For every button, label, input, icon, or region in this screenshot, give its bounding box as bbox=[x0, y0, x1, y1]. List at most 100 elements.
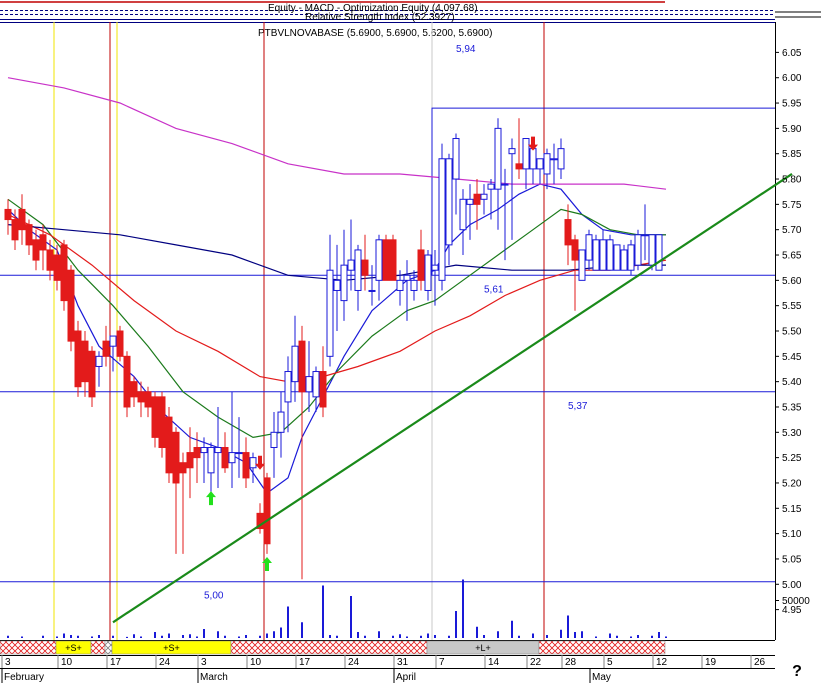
price-tick-label: 5.40 bbox=[782, 377, 802, 388]
candle-body bbox=[172, 431, 180, 484]
price-tick-label: 5.90 bbox=[782, 124, 802, 135]
candle-body bbox=[431, 264, 439, 271]
day-label: 10 bbox=[250, 657, 262, 668]
price-tick-label: 5.10 bbox=[782, 529, 802, 540]
candle-body bbox=[186, 452, 194, 469]
candle-body bbox=[305, 376, 313, 393]
candle-body bbox=[361, 259, 369, 276]
buy-arrow-icon bbox=[206, 491, 216, 506]
candle-body bbox=[67, 269, 75, 342]
candle-body bbox=[53, 254, 61, 281]
signal-segment bbox=[0, 640, 57, 655]
candle-body bbox=[46, 249, 54, 271]
candle-body bbox=[207, 447, 215, 474]
candle-body bbox=[641, 234, 649, 237]
price-tick-label: 5.45 bbox=[782, 352, 802, 363]
candle-body bbox=[312, 371, 320, 398]
candle-body bbox=[627, 244, 635, 271]
candle-body bbox=[620, 249, 628, 271]
price-tick-label: 5.25 bbox=[782, 453, 802, 464]
candles bbox=[4, 118, 663, 580]
candle-body bbox=[585, 234, 593, 261]
candle-body bbox=[396, 279, 404, 291]
vertical-markers bbox=[53, 22, 545, 640]
candle-body bbox=[242, 452, 250, 479]
candle-body bbox=[249, 457, 257, 469]
candle-body bbox=[354, 249, 362, 291]
candle-body bbox=[151, 396, 159, 438]
candle-body bbox=[375, 239, 383, 281]
day-label: 22 bbox=[530, 657, 542, 668]
candle-body bbox=[144, 391, 152, 408]
candle-body bbox=[382, 239, 390, 281]
candle-body bbox=[74, 330, 82, 388]
month-label: March bbox=[200, 672, 228, 683]
level-label: 5,37 bbox=[568, 401, 588, 412]
candle-body bbox=[550, 158, 558, 161]
candle-body bbox=[424, 254, 432, 291]
price-tick-label: 6.05 bbox=[782, 48, 802, 59]
candle-body bbox=[137, 391, 145, 403]
signal-segment bbox=[230, 640, 428, 655]
candle-body bbox=[592, 239, 600, 271]
price-legend: PTBVLNOVABASE (5.6900, 5.6900, 5.6200, 5… bbox=[258, 28, 492, 39]
candle-body bbox=[578, 249, 586, 281]
candle-body bbox=[102, 340, 110, 357]
signal-segment bbox=[90, 640, 106, 655]
day-label: 7 bbox=[439, 657, 445, 668]
candle-body bbox=[494, 127, 502, 190]
candle-body bbox=[466, 198, 474, 205]
candle-body bbox=[298, 340, 306, 393]
candle-body bbox=[403, 274, 411, 281]
price-tick-label: 5.70 bbox=[782, 225, 802, 236]
price-tick-label: 5.00 bbox=[782, 580, 802, 591]
price-tick-label: 5.50 bbox=[782, 327, 802, 338]
price-tick-label: 5.15 bbox=[782, 504, 802, 515]
candle-body bbox=[389, 239, 397, 281]
signal-segment bbox=[104, 640, 113, 655]
level-label: 5,00 bbox=[204, 591, 224, 602]
price-tick-label: 5.65 bbox=[782, 251, 802, 262]
price-tick-label: 6.00 bbox=[782, 73, 802, 84]
candle-body bbox=[333, 279, 341, 291]
candle-body bbox=[606, 239, 614, 271]
volume-tick-label: 50000 bbox=[782, 596, 810, 607]
candle-body bbox=[571, 239, 579, 261]
candle-body bbox=[32, 239, 40, 261]
level-label: 5,61 bbox=[484, 284, 504, 295]
day-label: 26 bbox=[754, 657, 766, 668]
signal-segment bbox=[538, 640, 666, 655]
candle-body bbox=[319, 371, 327, 408]
candle-body bbox=[81, 340, 89, 383]
candle-body bbox=[228, 452, 236, 464]
price-tick-label: 5.30 bbox=[782, 428, 802, 439]
candle-body bbox=[543, 153, 551, 175]
day-label: 5 bbox=[607, 657, 613, 668]
help-icon[interactable]: ? bbox=[792, 663, 802, 680]
month-label: February bbox=[4, 672, 44, 683]
price-tick-label: 5.60 bbox=[782, 276, 802, 287]
price-tick-label: 5.20 bbox=[782, 478, 802, 489]
candle-body bbox=[221, 447, 229, 469]
candle-body bbox=[648, 234, 656, 266]
candle-body bbox=[438, 158, 446, 281]
candle-body bbox=[18, 208, 26, 231]
candle-body bbox=[123, 355, 131, 408]
candle-body bbox=[200, 447, 208, 454]
day-label: 24 bbox=[159, 657, 171, 668]
candle-body bbox=[473, 193, 481, 205]
day-label: 3 bbox=[5, 657, 11, 668]
candle-body bbox=[410, 279, 418, 291]
day-label: 19 bbox=[705, 657, 717, 668]
candle-body bbox=[193, 447, 201, 459]
month-label: April bbox=[396, 672, 416, 683]
signal-label: +S+ bbox=[65, 643, 82, 653]
trade-arrows bbox=[206, 136, 538, 572]
candle-body bbox=[445, 158, 453, 246]
candle-body bbox=[459, 198, 467, 231]
day-label: 12 bbox=[656, 657, 668, 668]
price-tick-label: 5.75 bbox=[782, 200, 802, 211]
candle-body bbox=[515, 163, 523, 170]
candle-body bbox=[277, 411, 285, 433]
candle-body bbox=[508, 148, 516, 155]
